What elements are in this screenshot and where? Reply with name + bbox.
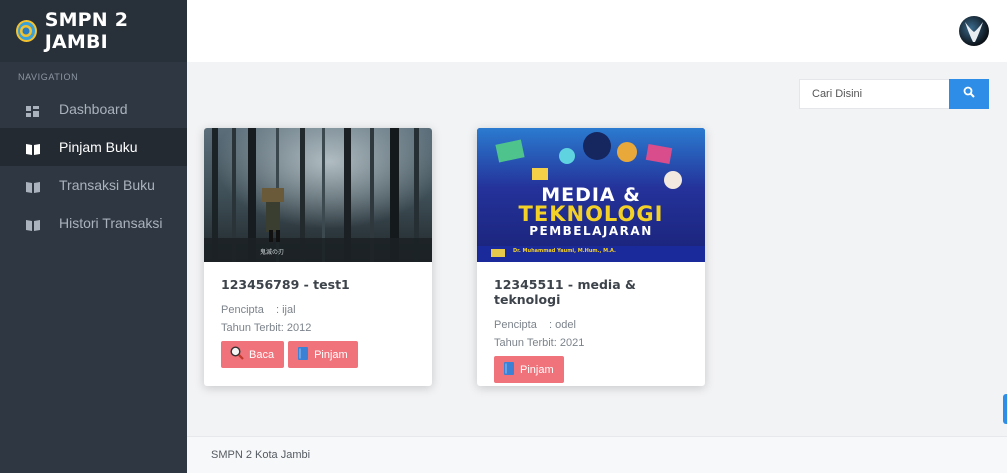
author-value: : odel	[549, 319, 576, 331]
school-logo-icon	[16, 20, 37, 42]
dashboard-icon	[26, 104, 39, 117]
book-title: 123456789 - test1	[221, 277, 350, 292]
sidebar-item-dashboard[interactable]: Dashboard	[0, 90, 187, 128]
book-cover-image: 鬼滅の刃	[204, 128, 432, 262]
book-cover-image: MEDIA & TEKNOLOGI PEMBELAJARAN Dr. Muham…	[477, 128, 705, 262]
book-author-row: Pencipta : odel	[494, 316, 689, 334]
search-icon	[963, 85, 975, 103]
sidebar-item-label: Histori Transaksi	[59, 215, 163, 231]
borrow-button[interactable]: Pinjam	[288, 341, 358, 368]
cover-title-line2: TEKNOLOGI	[518, 202, 664, 226]
year-value: : 2012	[280, 322, 312, 334]
avatar[interactable]	[959, 16, 989, 46]
author-label: Pencipta	[221, 304, 264, 316]
book-year-row: Tahun Terbit: 2012	[221, 319, 416, 337]
sidebar: SMPN 2 JAMBI NAVIGATION Dashboard Pinjam…	[0, 0, 187, 473]
sidebar-item-label: Pinjam Buku	[59, 139, 138, 155]
cover-title-line3: PEMBELAJARAN	[529, 224, 653, 238]
book-year-row: Tahun Terbit: 2021	[494, 334, 689, 352]
sidebar-item-transaksi-buku[interactable]: Transaksi Buku	[0, 166, 187, 204]
read-button-label: Baca	[249, 348, 275, 361]
book-icon	[503, 361, 520, 378]
book-card: MEDIA & TEKNOLOGI PEMBELAJARAN Dr. Muham…	[477, 128, 705, 386]
side-tab[interactable]	[1003, 394, 1007, 424]
top-bar	[187, 0, 1007, 62]
read-button[interactable]: Baca	[221, 341, 285, 368]
footer-text: SMPN 2 Kota Jambi	[211, 449, 311, 461]
search-button[interactable]	[949, 79, 989, 109]
sidebar-item-histori-transaksi[interactable]: Histori Transaksi	[0, 204, 187, 242]
nav-header: NAVIGATION	[18, 72, 79, 82]
book-card: 鬼滅の刃 123456789 - test1 Pencipta : ijal Ta…	[204, 128, 432, 386]
borrow-button[interactable]: Pinjam	[494, 356, 564, 383]
sidebar-item-label: Dashboard	[59, 101, 128, 117]
borrow-button-label: Pinjam	[314, 348, 348, 361]
book-title: 12345511 - media & teknologi	[494, 277, 636, 307]
book-icon	[26, 142, 40, 155]
year-value: : 2021	[553, 337, 585, 349]
sidebar-item-pinjam-buku[interactable]: Pinjam Buku	[0, 128, 187, 166]
borrow-button-label: Pinjam	[520, 363, 554, 376]
book-author-row: Pencipta : ijal	[221, 301, 416, 319]
cover-author: Dr. Muhammad Yaumi, M.Hum., M.A.	[513, 248, 616, 254]
author-label: Pencipta	[494, 319, 537, 331]
magnifier-icon	[230, 346, 249, 363]
book-icon	[297, 346, 314, 363]
book-icon	[26, 218, 40, 231]
brand[interactable]: SMPN 2 JAMBI	[0, 0, 187, 62]
sidebar-item-label: Transaksi Buku	[59, 177, 155, 193]
footer: SMPN 2 Kota Jambi	[187, 436, 1007, 473]
brand-title: SMPN 2 JAMBI	[44, 9, 129, 53]
year-label: Tahun Terbit	[221, 322, 281, 334]
nav-list: Dashboard Pinjam Buku Transaksi Buku His…	[0, 90, 187, 242]
year-label: Tahun Terbit	[494, 337, 554, 349]
book-icon	[26, 180, 40, 193]
author-value: : ijal	[276, 304, 296, 316]
cover-caption: 鬼滅の刃	[260, 249, 285, 256]
search-input[interactable]: Cari Disini	[799, 79, 949, 109]
